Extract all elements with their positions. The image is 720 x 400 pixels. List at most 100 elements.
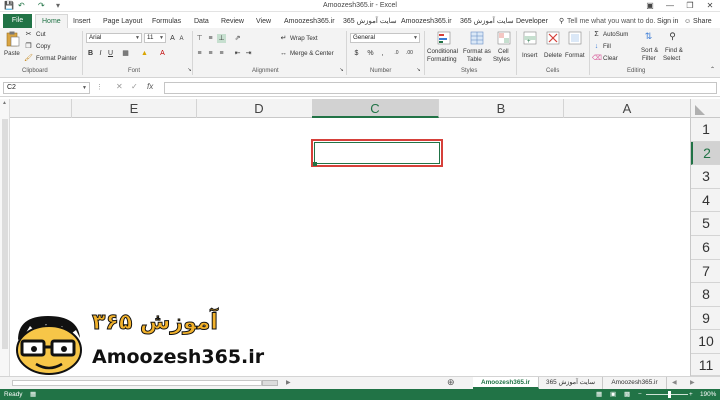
format-as-table-label[interactable]: Format as xyxy=(463,48,491,55)
confirm-entry-icon[interactable]: ✓ xyxy=(131,82,138,91)
scroll-right-icon[interactable]: ▶ xyxy=(286,379,291,386)
format-cells-button[interactable]: Format xyxy=(565,52,585,59)
sheet-tab-1[interactable]: Amoozesh365.ir xyxy=(473,377,539,389)
tab-custom-3[interactable]: Amoozesh365.ir xyxy=(401,15,452,28)
tab-review[interactable]: Review xyxy=(221,15,244,28)
currency-icon[interactable]: $ xyxy=(352,49,361,58)
row-header-10[interactable]: 10 xyxy=(691,330,720,354)
paste-button[interactable]: Paste xyxy=(4,50,20,57)
row-header-5[interactable]: 5 xyxy=(691,212,720,236)
decrease-indent-icon[interactable]: ⇤ xyxy=(233,49,242,58)
font-name-combo[interactable]: Arial ▼ xyxy=(86,33,142,43)
merge-center-button[interactable]: Merge & Center xyxy=(290,50,334,57)
cell-styles-label-2[interactable]: Styles xyxy=(493,56,510,63)
tell-me-box[interactable]: Tell me what you want to do... xyxy=(567,15,655,28)
insert-cells-button[interactable]: Insert xyxy=(522,52,537,59)
wrap-text-icon[interactable]: ↵ xyxy=(279,34,288,43)
format-painter-button[interactable]: Format Painter xyxy=(36,55,77,62)
align-right-icon[interactable]: ≡ xyxy=(217,49,226,58)
row-header-11[interactable]: 11 xyxy=(691,354,720,376)
zoom-slider-thumb[interactable] xyxy=(668,391,671,398)
row-header-8[interactable]: 8 xyxy=(691,283,720,307)
minimize-button[interactable]: — xyxy=(660,0,680,12)
share-icon[interactable]: ☺ xyxy=(684,15,691,28)
clear-button[interactable]: Clear xyxy=(603,55,618,62)
format-as-table-label-2[interactable]: Table xyxy=(467,56,482,63)
sign-in-link[interactable]: Sign in xyxy=(657,15,678,28)
italic-icon[interactable]: I xyxy=(96,49,105,58)
new-sheet-icon[interactable]: ⊕ xyxy=(447,377,455,388)
delete-cells-button[interactable]: Delete xyxy=(544,52,562,59)
tell-me-icon[interactable]: ⚲ xyxy=(559,15,564,28)
font-size-combo[interactable]: 11 ▼ xyxy=(144,33,166,43)
active-cell-c2[interactable] xyxy=(311,139,443,167)
column-header-c[interactable]: C xyxy=(312,99,439,118)
zoom-slider[interactable] xyxy=(646,394,688,395)
tab-page-layout[interactable]: Page Layout xyxy=(103,15,142,28)
conditional-formatting-label-2[interactable]: Formatting xyxy=(427,56,457,63)
normal-view-icon[interactable]: ▦ xyxy=(596,389,602,400)
align-bottom-icon[interactable]: ⊥ xyxy=(217,34,226,43)
sheet-tab-2[interactable]: سایت آموزش 365 xyxy=(539,377,603,389)
cut-button[interactable]: Cut xyxy=(36,31,46,38)
row-header-1[interactable]: 1 xyxy=(691,118,720,142)
sheet-prev-icon[interactable]: ◀ xyxy=(672,379,677,386)
copy-icon[interactable]: ❐ xyxy=(24,42,33,51)
conditional-formatting-icon[interactable] xyxy=(437,31,451,45)
align-left-icon[interactable]: ≡ xyxy=(195,49,204,58)
row-header-4[interactable]: 4 xyxy=(691,189,720,213)
tab-view[interactable]: View xyxy=(256,15,271,28)
borders-icon[interactable]: ▦ xyxy=(121,49,130,58)
orientation-icon[interactable]: ⇗ xyxy=(233,34,242,43)
cut-icon[interactable]: ✂ xyxy=(24,30,33,39)
zoom-in-icon[interactable]: + xyxy=(689,389,693,400)
align-top-icon[interactable]: ⊤ xyxy=(195,34,204,43)
macro-record-icon[interactable]: ▦ xyxy=(30,389,36,400)
sort-filter-label-2[interactable]: Filter xyxy=(642,55,656,62)
formula-input[interactable] xyxy=(164,82,717,94)
format-cells-icon[interactable] xyxy=(568,31,582,45)
row-header-7[interactable]: 7 xyxy=(691,260,720,284)
sort-filter-icon[interactable]: ⇅ xyxy=(644,32,653,41)
comma-style-icon[interactable]: , xyxy=(378,49,387,58)
align-middle-icon[interactable]: ≡ xyxy=(206,34,215,43)
find-select-label-2[interactable]: Select xyxy=(663,55,680,62)
sort-filter-label[interactable]: Sort & xyxy=(641,47,658,54)
tab-home[interactable]: Home xyxy=(35,14,68,28)
align-center-icon[interactable]: ≡ xyxy=(206,49,215,58)
tab-file[interactable]: File xyxy=(3,14,32,28)
wrap-text-button[interactable]: Wrap Text xyxy=(290,35,318,42)
column-header-a[interactable]: A xyxy=(564,99,690,118)
row-header-9[interactable]: 9 xyxy=(691,307,720,331)
increase-indent-icon[interactable]: ⇥ xyxy=(244,49,253,58)
autosum-button[interactable]: AutoSum xyxy=(603,31,628,38)
tab-data[interactable]: Data xyxy=(194,15,209,28)
column-header-e[interactable]: E xyxy=(72,99,197,118)
ribbon-options-icon[interactable]: ▣ xyxy=(640,0,660,12)
name-box[interactable]: C2 ▼ xyxy=(3,82,90,94)
horizontal-scroll-thumb[interactable] xyxy=(262,380,278,386)
number-format-combo[interactable]: General ▼ xyxy=(350,33,420,43)
tab-insert[interactable]: Insert xyxy=(73,15,91,28)
decrease-decimal-icon[interactable]: .00 xyxy=(405,49,414,58)
conditional-formatting-label[interactable]: Conditional xyxy=(427,48,458,55)
bold-icon[interactable]: B xyxy=(86,49,95,58)
share-button[interactable]: Share xyxy=(693,15,712,28)
select-all-corner[interactable] xyxy=(690,99,720,118)
format-painter-icon[interactable]: 🖌 xyxy=(24,54,33,63)
find-select-icon[interactable]: ⚲ xyxy=(668,32,677,41)
fill-icon[interactable]: ↓ xyxy=(592,42,601,51)
alignment-dialog-launcher-icon[interactable]: ↘ xyxy=(337,66,346,75)
zoom-level[interactable]: 190% xyxy=(700,389,716,400)
horizontal-scrollbar[interactable] xyxy=(12,380,262,386)
tab-developer[interactable]: Developer xyxy=(516,15,548,28)
fill-color-icon[interactable]: ▲ xyxy=(140,49,149,58)
increase-decimal-icon[interactable]: .0 xyxy=(392,49,401,58)
copy-button[interactable]: Copy xyxy=(36,43,50,50)
percent-icon[interactable]: % xyxy=(366,49,375,58)
shrink-font-icon[interactable]: A xyxy=(177,35,186,44)
collapse-ribbon-icon[interactable]: ⌃ xyxy=(708,66,717,75)
delete-cells-icon[interactable] xyxy=(546,31,560,45)
zoom-out-icon[interactable]: − xyxy=(638,389,642,400)
column-header-overflow[interactable] xyxy=(10,99,72,118)
